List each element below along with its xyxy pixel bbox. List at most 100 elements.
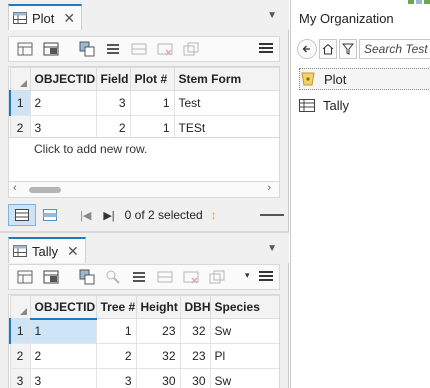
switch-selection-icon[interactable] — [131, 269, 147, 285]
column-header[interactable]: Stem Form — [173, 67, 279, 91]
zoom-to-selection-icon[interactable] — [105, 269, 121, 285]
row-number[interactable]: 3 — [9, 368, 31, 388]
catalog-heading: My Organization — [299, 11, 394, 26]
table-row[interactable]: 1 2 3 1 Test — [9, 90, 279, 116]
zoom-slider[interactable] — [260, 214, 284, 216]
back-icon[interactable] — [297, 39, 317, 59]
tab-tally[interactable]: Tally ✕ — [8, 237, 86, 263]
switch-selection-icon[interactable] — [105, 41, 121, 57]
catalog-pane: My Organization Search Test Plot Tally — [290, 0, 430, 388]
selection-count: 0 of 2 selected — [124, 208, 203, 222]
cell[interactable]: Sw — [209, 368, 279, 388]
cell[interactable]: Pl — [209, 343, 279, 369]
add-field-icon[interactable] — [17, 41, 33, 57]
next-record-icon[interactable]: ▶| — [103, 209, 114, 222]
table-row[interactable]: 2 2 2 32 23 Pl — [9, 343, 279, 369]
tab-plot-label: Plot — [32, 10, 55, 26]
cell[interactable]: 32 — [179, 318, 211, 344]
row-number[interactable]: 2 — [9, 343, 31, 369]
cell[interactable]: 2 — [95, 343, 137, 369]
column-header[interactable]: Species — [209, 295, 279, 319]
table-row[interactable]: 1 1 1 23 32 Sw — [9, 318, 279, 344]
delete-selection-icon[interactable] — [183, 269, 199, 285]
cell[interactable]: 30 — [179, 368, 211, 388]
copy-selection-icon[interactable] — [209, 269, 225, 285]
cell[interactable]: 3 — [29, 368, 97, 388]
row-number[interactable]: 2 — [9, 115, 31, 137]
chevron-down-icon[interactable]: ▼ — [267, 10, 277, 21]
column-header[interactable]: Plot # — [129, 67, 175, 91]
delete-selection-icon[interactable] — [157, 41, 173, 57]
more-tools-icon[interactable]: ▾ — [245, 270, 250, 281]
table-row[interactable]: 2 3 2 1 TESt — [9, 115, 279, 137]
tally-table: OBJECTID * Tree # Height DBH Species 1 1… — [8, 294, 280, 388]
home-icon[interactable] — [319, 39, 337, 59]
table-row[interactable]: 3 3 3 30 30 Sw — [9, 368, 279, 388]
catalog-search-input[interactable]: Search Test — [359, 39, 430, 59]
calculate-field-icon[interactable] — [43, 41, 59, 57]
cell[interactable]: 32 — [135, 343, 181, 369]
row-number[interactable]: 1 — [9, 90, 31, 116]
catalog-item-plot[interactable]: Plot — [299, 68, 430, 90]
column-header[interactable]: Field — [95, 67, 131, 91]
table-header-row: OBJECTID * Field Plot # Stem Form — [9, 67, 279, 91]
cell[interactable]: Test — [173, 90, 279, 116]
tab-tally-label: Tally — [32, 243, 59, 259]
cell[interactable]: 3 — [95, 368, 137, 388]
cell[interactable]: 1 — [95, 318, 137, 344]
tally-toolbar: ▾ — [8, 264, 280, 290]
column-header[interactable]: Height — [135, 295, 181, 319]
chevron-down-icon[interactable]: ▼ — [267, 243, 277, 254]
cell[interactable]: 3 — [29, 115, 97, 137]
catalog-item-tally[interactable]: Tally — [299, 94, 430, 116]
column-header[interactable]: OBJECTID * — [29, 67, 97, 91]
tally-tabbar: Tally ✕ ▼ — [0, 233, 289, 263]
show-all-records-button[interactable] — [8, 204, 36, 226]
calculate-field-icon[interactable] — [43, 269, 59, 285]
table-icon — [13, 245, 27, 257]
filter-icon[interactable] — [339, 39, 357, 59]
column-header[interactable]: DBH — [179, 295, 211, 319]
cell[interactable]: 23 — [179, 343, 211, 369]
scroll-left-icon[interactable]: ‹ — [13, 182, 17, 194]
select-all-corner[interactable] — [9, 67, 31, 91]
clear-selection-icon[interactable] — [131, 41, 147, 57]
column-header[interactable]: OBJECTID * — [29, 295, 97, 320]
cell[interactable]: 1 — [29, 318, 97, 344]
scrollbar-thumb[interactable] — [29, 187, 61, 193]
menu-icon[interactable] — [259, 269, 273, 283]
feature-layer-icon — [301, 72, 315, 86]
first-record-icon[interactable]: |◀ — [80, 209, 91, 222]
add-field-icon[interactable] — [17, 269, 33, 285]
tab-plot[interactable]: Plot ✕ — [8, 4, 83, 30]
add-row-prompt[interactable]: Click to add new row. — [8, 137, 280, 161]
ribbon-fragment — [400, 0, 430, 5]
horizontal-scrollbar[interactable]: ‹ › — [8, 182, 280, 198]
cell[interactable]: 2 — [29, 90, 97, 116]
cell[interactable]: 1 — [129, 90, 175, 116]
cell[interactable]: 2 — [95, 115, 131, 137]
select-all-corner[interactable] — [9, 295, 31, 319]
row-number[interactable]: 1 — [9, 318, 31, 344]
cell[interactable]: 2 — [29, 343, 97, 369]
selected-view-icon — [43, 209, 57, 221]
clear-selection-icon[interactable] — [157, 269, 173, 285]
cell[interactable]: 3 — [95, 90, 131, 116]
cell[interactable]: Sw — [209, 318, 279, 344]
select-by-attributes-icon[interactable] — [79, 269, 95, 285]
cell[interactable]: 30 — [135, 368, 181, 388]
plot-table: OBJECTID * Field Plot # Stem Form 1 2 3 … — [8, 66, 280, 138]
select-by-attributes-icon[interactable] — [79, 41, 95, 57]
menu-icon[interactable] — [259, 41, 273, 55]
cell[interactable]: 23 — [135, 318, 181, 344]
zoom-selection-icon[interactable]: ↕ — [211, 208, 217, 222]
cell[interactable]: 1 — [129, 115, 175, 137]
copy-selection-icon[interactable] — [183, 41, 199, 57]
column-header[interactable]: Tree # — [95, 295, 137, 319]
close-icon[interactable]: ✕ — [67, 243, 79, 260]
close-icon[interactable]: ✕ — [63, 10, 75, 27]
catalog-search-bar: Search Test — [297, 37, 430, 61]
scroll-right-icon[interactable]: › — [267, 182, 271, 194]
cell[interactable]: TESt — [173, 115, 279, 137]
show-selected-records-button[interactable] — [36, 204, 64, 226]
